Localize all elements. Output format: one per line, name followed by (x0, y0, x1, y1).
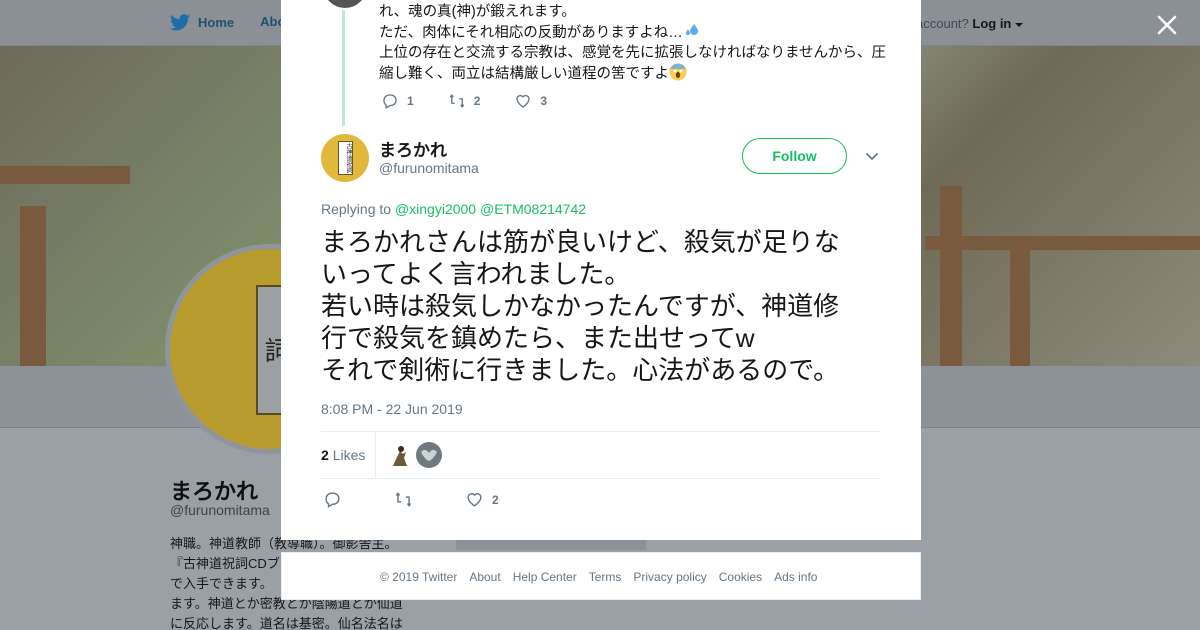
like-count: 2 (492, 492, 499, 507)
footer-link-privacy-policy[interactable]: Privacy policy (633, 570, 706, 584)
follow-button[interactable]: Follow (742, 138, 847, 174)
heart-icon (516, 94, 531, 108)
like-button[interactable]: 2 (465, 490, 499, 509)
replying-prefix: Replying to (321, 201, 392, 217)
tweet-author: 古神道祝詞 まろかれ @furunomitama Follow (321, 134, 881, 184)
tweet-timestamp[interactable]: 8:08 PM - 22 Jun 2019 (321, 401, 463, 417)
previous-tweet-line-text: 縮し難く、両立は結構厳しい道程の筈ですよ (379, 66, 669, 82)
sweat-droplets-icon (685, 24, 698, 35)
footer-copyright: © 2019 Twitter (380, 570, 458, 584)
close-icon (1157, 15, 1177, 35)
chevron-down-icon[interactable] (864, 148, 880, 164)
banner-shape (20, 206, 46, 366)
previous-tweet-line-text: ただ、肉体にそれ相応の反動がありますよね… (379, 25, 683, 41)
footer-link-terms[interactable]: Terms (589, 570, 622, 584)
previous-tweet-line: 上位の存在と交流する宗教は、感覚を先に拡張しなければなりませんから、圧 (379, 45, 887, 61)
twitter-bird-icon (170, 14, 190, 31)
replying-to-link[interactable]: @ETM08214742 (480, 201, 586, 217)
retweet-count: 2 (473, 94, 481, 108)
tweet-modal: れ、魂の真(神)が鍛えれます。 ただ、肉体にそれ相応の反動がありますよね… 上位… (281, 0, 921, 540)
screaming-face-icon (669, 63, 687, 81)
divider (375, 432, 376, 478)
tweet-text-line: まろかれさんは筋が良いけど、殺気が足りな (321, 227, 840, 257)
previous-tweet-line: ただ、肉体にそれ相応の反動がありますよね… (379, 22, 879, 43)
login-prefix: account? (916, 16, 969, 31)
footer-card: © 2019 Twitter About Help Center Terms P… (281, 552, 921, 600)
tweet-text: まろかれさんは筋が良いけど、殺気が足りな いってよく言われました。 若い時は殺気… (321, 226, 891, 386)
reply-button[interactable]: 1 (381, 92, 414, 110)
login-link[interactable]: Log in (972, 16, 1011, 31)
reply-button[interactable] (323, 490, 342, 509)
profile-handle: @furunomitama (170, 502, 270, 518)
tweet-text-line: 若い時は殺気しかなかったんですが、神道修 (321, 291, 840, 321)
previous-tweet-avatar[interactable] (321, 0, 369, 10)
likes-stat[interactable]: 2 Likes (321, 447, 365, 463)
footer-links: © 2019 Twitter About Help Center Terms P… (380, 570, 817, 584)
previous-tweet-actions: 1 2 3 (381, 92, 581, 110)
bio-line: に反応します。道名は基密。仙名法名は (170, 616, 403, 630)
footer-link-help-center[interactable]: Help Center (513, 570, 577, 584)
retweet-icon (449, 94, 464, 108)
footer-link-about[interactable]: About (469, 570, 500, 584)
replying-to: Replying to @xingyi2000 @ETM08214742 (321, 201, 586, 217)
retweet-button[interactable] (394, 490, 413, 509)
liker-avatar[interactable] (387, 442, 413, 468)
nav-home[interactable]: Home (170, 14, 234, 31)
liker-avatar-image (387, 442, 413, 468)
like-count: 3 (540, 94, 548, 108)
footer-link-cookies[interactable]: Cookies (719, 570, 762, 584)
author-avatar[interactable]: 古神道祝詞 (321, 134, 369, 182)
tweet-stats: 2 Likes (321, 431, 881, 479)
banner-shape (1010, 246, 1030, 366)
tweet-text-line: いってよく言われました。 (321, 259, 631, 289)
thread-line (342, 0, 345, 126)
footer-link-ads-info[interactable]: Ads info (774, 570, 817, 584)
previous-tweet-text: れ、魂の真(神)が鍛えれます。 ただ、肉体にそれ相応の反動がありますよね… 上位… (379, 2, 887, 84)
likes-stat-count: 2 (321, 447, 329, 463)
previous-tweet-line: れ、魂の真(神)が鍛えれます。 (379, 4, 576, 20)
banner-shape (940, 186, 962, 366)
top-nav: Home About (170, 14, 298, 31)
like-button[interactable]: 3 (514, 92, 547, 110)
nav-home-label: Home (198, 15, 235, 30)
reply-icon (325, 492, 340, 508)
banner-shape (925, 236, 1200, 250)
author-handle[interactable]: @furunomitama (379, 160, 479, 176)
tweet-text-line: それで剣術に行きました。心法があるので。 (321, 355, 840, 385)
login-prompt: account? Log in (916, 16, 1024, 31)
reply-icon (383, 94, 397, 109)
author-name[interactable]: まろかれ (379, 136, 447, 161)
close-modal-button[interactable] (1154, 12, 1180, 38)
replying-to-link[interactable]: @xingyi2000 (395, 201, 476, 217)
reply-count: 1 (407, 94, 414, 108)
likes-stat-label: Likes (332, 447, 366, 463)
retweet-button[interactable]: 2 (448, 92, 481, 110)
previous-tweet-line: 縮し難く、両立は結構厳しい道程の筈ですよ (379, 63, 879, 84)
caret-down-icon (1015, 23, 1024, 27)
banner-shape (0, 166, 130, 184)
tweet-text-line: 行で殺気を鎮めたら、また出せってw (321, 323, 755, 353)
liker-avatar[interactable] (416, 442, 442, 468)
liker-avatar-image (416, 442, 442, 468)
author-avatar-label: 古神道祝詞 (338, 141, 353, 175)
tweet-actions: 2 (323, 490, 551, 509)
retweet-icon (395, 492, 412, 507)
heart-icon (467, 493, 482, 507)
